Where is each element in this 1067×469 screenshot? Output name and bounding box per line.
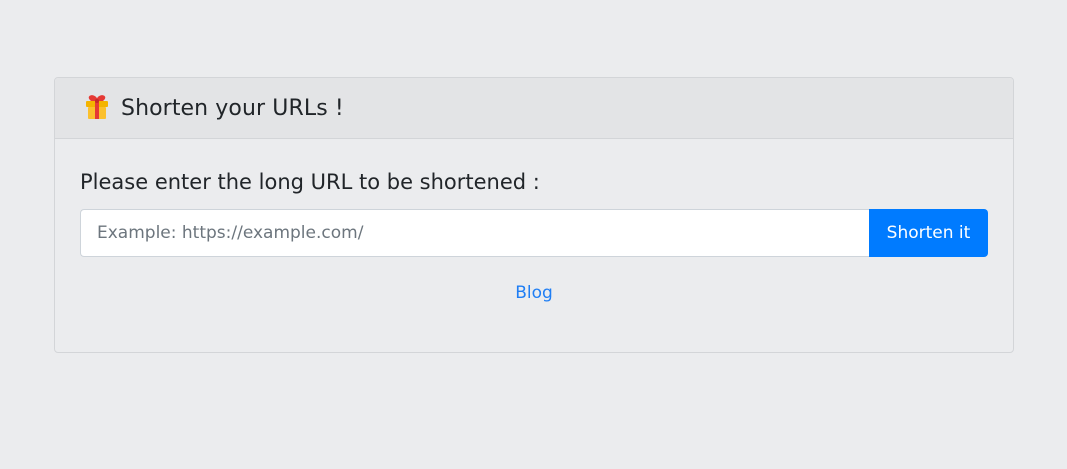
- url-input-group: Shorten it: [80, 209, 988, 257]
- blog-link[interactable]: Blog: [515, 283, 553, 303]
- card-header: Shorten your URLs !: [55, 78, 1013, 139]
- shortener-card: Shorten your URLs ! Please enter the lon…: [54, 77, 1014, 353]
- footer-links: Blog: [80, 283, 988, 303]
- card-title: Shorten your URLs !: [121, 95, 344, 121]
- gift-icon: [85, 94, 109, 120]
- long-url-input[interactable]: [80, 209, 869, 257]
- card-body: Please enter the long URL to be shortene…: [55, 167, 1013, 303]
- url-prompt-label: Please enter the long URL to be shortene…: [80, 170, 540, 194]
- shorten-it-button[interactable]: Shorten it: [869, 209, 988, 257]
